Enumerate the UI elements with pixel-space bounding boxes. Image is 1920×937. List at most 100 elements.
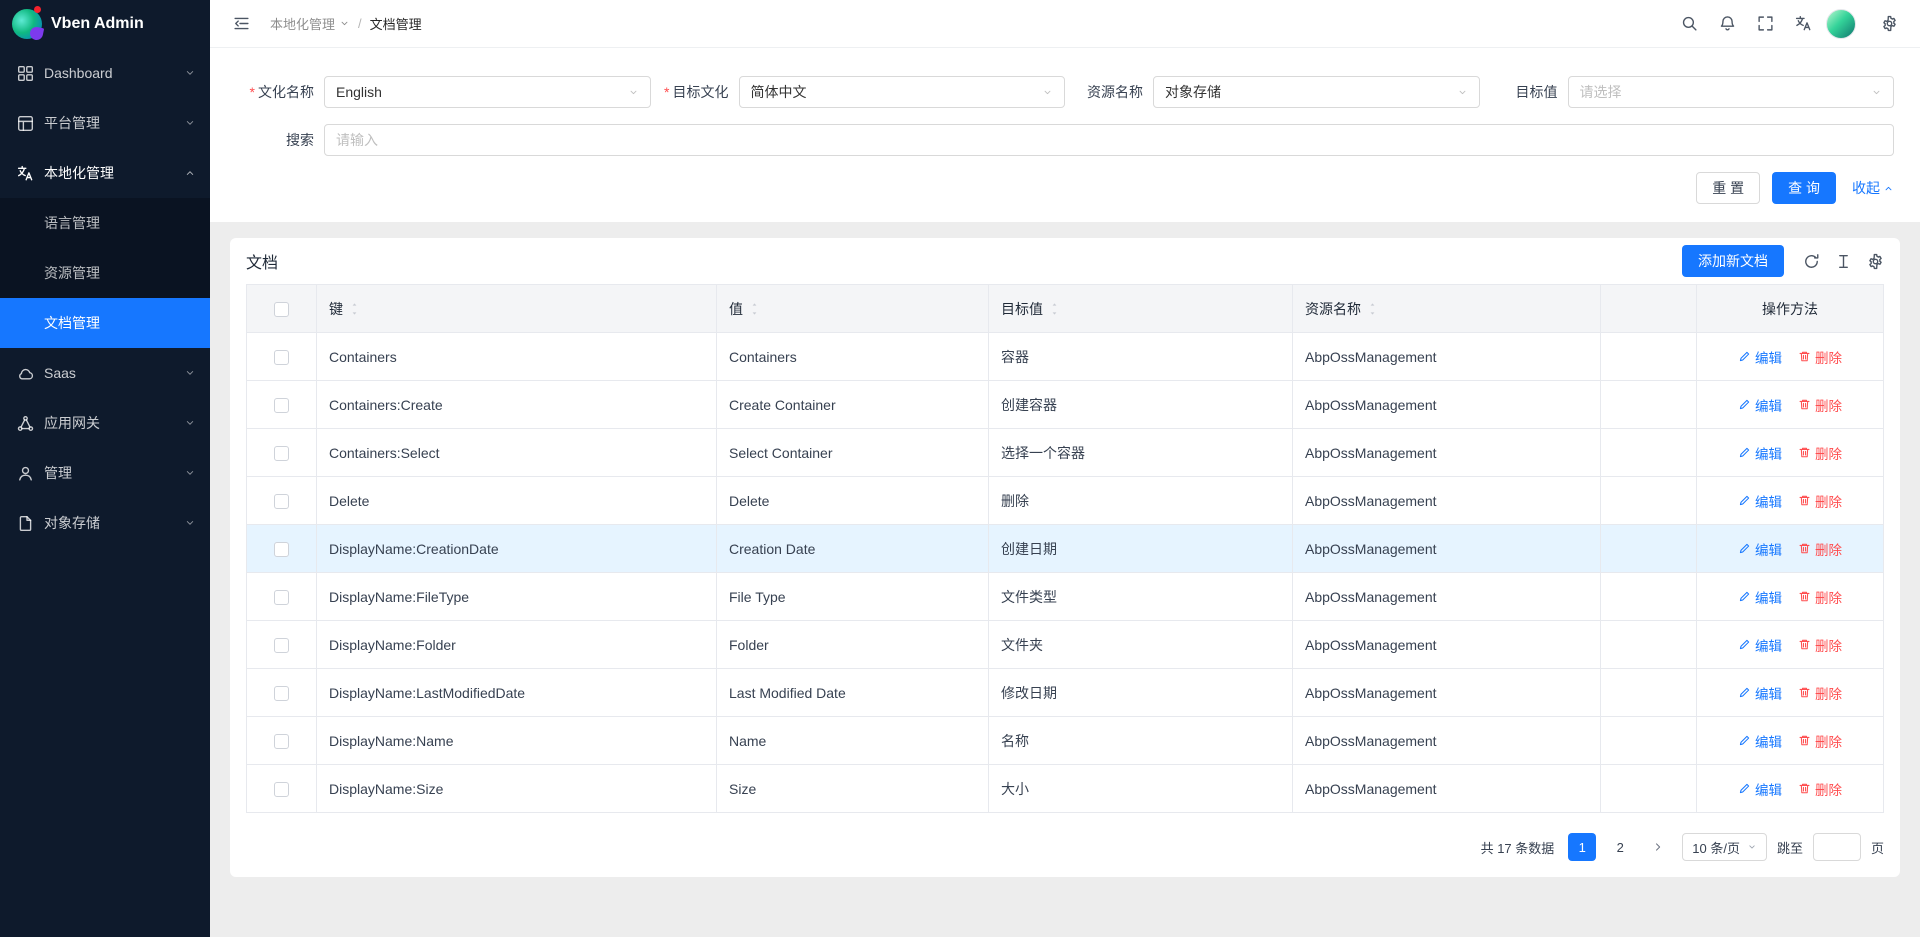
edit-button[interactable]: 编辑: [1738, 443, 1782, 463]
sort-icons[interactable]: [350, 301, 359, 317]
cell-value: Name: [717, 717, 989, 765]
edit-button[interactable]: 编辑: [1738, 347, 1782, 367]
target-value-select[interactable]: 请选择: [1568, 76, 1895, 108]
table-row[interactable]: Containers:Select Select Container 选择一个容…: [247, 429, 1884, 477]
edit-button[interactable]: 编辑: [1738, 491, 1782, 511]
target-culture-label: *目标文化: [651, 82, 739, 102]
breadcrumb-parent[interactable]: 本地化管理: [270, 14, 350, 33]
delete-button[interactable]: 删除: [1798, 731, 1842, 751]
column-target[interactable]: 目标值: [989, 285, 1293, 333]
row-checkbox[interactable]: [274, 542, 289, 557]
delete-button[interactable]: 删除: [1798, 635, 1842, 655]
cell-blank: [1601, 621, 1697, 669]
column-settings-icon[interactable]: [1867, 253, 1884, 270]
row-height-icon[interactable]: [1835, 253, 1852, 270]
user-avatar[interactable]: [1826, 9, 1856, 39]
table-row[interactable]: DisplayName:LastModifiedDate Last Modifi…: [247, 669, 1884, 717]
bell-icon[interactable]: [1712, 9, 1742, 39]
table-row[interactable]: DisplayName:Folder Folder 文件夹 AbpOssMana…: [247, 621, 1884, 669]
table-row[interactable]: DisplayName:CreationDate Creation Date 创…: [247, 525, 1884, 573]
reset-button[interactable]: 重 置: [1696, 172, 1760, 204]
row-checkbox[interactable]: [274, 782, 289, 797]
edit-button[interactable]: 编辑: [1738, 395, 1782, 415]
sidebar-item-resource-management[interactable]: 资源管理: [0, 248, 210, 298]
table-row[interactable]: DisplayName:Name Name 名称 AbpOssManagemen…: [247, 717, 1884, 765]
row-checkbox[interactable]: [274, 734, 289, 749]
sidebar-item-platform[interactable]: 平台管理: [0, 98, 210, 148]
table-row[interactable]: Containers:Create Create Container 创建容器 …: [247, 381, 1884, 429]
sort-icons[interactable]: [1368, 301, 1377, 317]
cell-value: Delete: [717, 477, 989, 525]
breadcrumb-separator: /: [358, 16, 362, 31]
chevron-down-icon: [1747, 842, 1757, 852]
fullscreen-icon[interactable]: [1750, 9, 1780, 39]
culture-select[interactable]: English: [324, 76, 651, 108]
column-key[interactable]: 键: [317, 285, 717, 333]
sidebar-item-document-management[interactable]: 文档管理: [0, 298, 210, 348]
sidebar-item-gateway[interactable]: 应用网关: [0, 398, 210, 448]
delete-button[interactable]: 删除: [1798, 347, 1842, 367]
delete-button[interactable]: 删除: [1798, 779, 1842, 799]
filter-actions: 重 置 查 询 收起: [236, 172, 1894, 204]
menu-fold-icon[interactable]: [226, 9, 256, 39]
table-row[interactable]: Containers Containers 容器 AbpOssManagemen…: [247, 333, 1884, 381]
sidebar-item-object-storage[interactable]: 对象存储: [0, 498, 210, 548]
page-button-1[interactable]: 1: [1568, 833, 1596, 861]
cell-value: Create Container: [717, 381, 989, 429]
edit-button[interactable]: 编辑: [1738, 779, 1782, 799]
delete-button[interactable]: 删除: [1798, 587, 1842, 607]
edit-button[interactable]: 编辑: [1738, 731, 1782, 751]
page-size-select[interactable]: 10 条/页: [1682, 833, 1767, 861]
column-resource[interactable]: 资源名称: [1293, 285, 1601, 333]
sort-icons[interactable]: [1050, 301, 1059, 317]
row-checkbox[interactable]: [274, 686, 289, 701]
jump-page-input[interactable]: [1813, 833, 1861, 861]
delete-button[interactable]: 删除: [1798, 443, 1842, 463]
add-document-button[interactable]: 添加新文档: [1682, 245, 1784, 277]
search-input[interactable]: [324, 124, 1894, 156]
sidebar-item-localization[interactable]: 本地化管理: [0, 148, 210, 198]
delete-button[interactable]: 删除: [1798, 539, 1842, 559]
edit-button[interactable]: 编辑: [1738, 587, 1782, 607]
delete-button[interactable]: 删除: [1798, 395, 1842, 415]
app-logo[interactable]: Vben Admin: [0, 0, 210, 48]
sidebar-item-language-management[interactable]: 语言管理: [0, 198, 210, 248]
collapse-button[interactable]: 收起: [1852, 178, 1894, 198]
row-checkbox[interactable]: [274, 446, 289, 461]
translate-icon[interactable]: [1788, 9, 1818, 39]
table-row[interactable]: DisplayName:FileType File Type 文件类型 AbpO…: [247, 573, 1884, 621]
target-culture-select[interactable]: 简体中文: [739, 76, 1066, 108]
row-checkbox[interactable]: [274, 494, 289, 509]
row-checkbox[interactable]: [274, 590, 289, 605]
edit-button[interactable]: 编辑: [1738, 539, 1782, 559]
edit-button[interactable]: 编辑: [1738, 635, 1782, 655]
row-checkbox[interactable]: [274, 350, 289, 365]
sidebar-item-dashboard[interactable]: Dashboard: [0, 48, 210, 98]
page-button-2[interactable]: 2: [1606, 833, 1634, 861]
app-title: Vben Admin: [51, 15, 144, 33]
row-checkbox[interactable]: [274, 638, 289, 653]
query-button[interactable]: 查 询: [1772, 172, 1836, 204]
column-value[interactable]: 值: [717, 285, 989, 333]
table-row[interactable]: Delete Delete 删除 AbpOssManagement 编辑 删除: [247, 477, 1884, 525]
cell-resource: AbpOssManagement: [1293, 717, 1601, 765]
sidebar-item-management[interactable]: 管理: [0, 448, 210, 498]
cell-key: DisplayName:CreationDate: [317, 525, 717, 573]
delete-button[interactable]: 删除: [1798, 683, 1842, 703]
next-page-button[interactable]: [1644, 833, 1672, 861]
sort-icons[interactable]: [750, 301, 759, 317]
select-all-checkbox[interactable]: [274, 302, 289, 317]
delete-button[interactable]: 删除: [1798, 491, 1842, 511]
cell-resource: AbpOssManagement: [1293, 765, 1601, 813]
settings-gear-icon[interactable]: [1874, 9, 1904, 39]
search-icon[interactable]: [1674, 9, 1704, 39]
edit-button[interactable]: 编辑: [1738, 683, 1782, 703]
chevron-up-icon: [184, 167, 196, 179]
table-row[interactable]: DisplayName:Size Size 大小 AbpOssManagemen…: [247, 765, 1884, 813]
sidebar-item-saas[interactable]: Saas: [0, 348, 210, 398]
refresh-icon[interactable]: [1803, 253, 1820, 270]
filter-panel: *文化名称 English *目标文化 简体中文 资源名称: [210, 48, 1920, 222]
pencil-icon: [1738, 494, 1751, 507]
resource-select[interactable]: 对象存储: [1153, 76, 1480, 108]
row-checkbox[interactable]: [274, 398, 289, 413]
